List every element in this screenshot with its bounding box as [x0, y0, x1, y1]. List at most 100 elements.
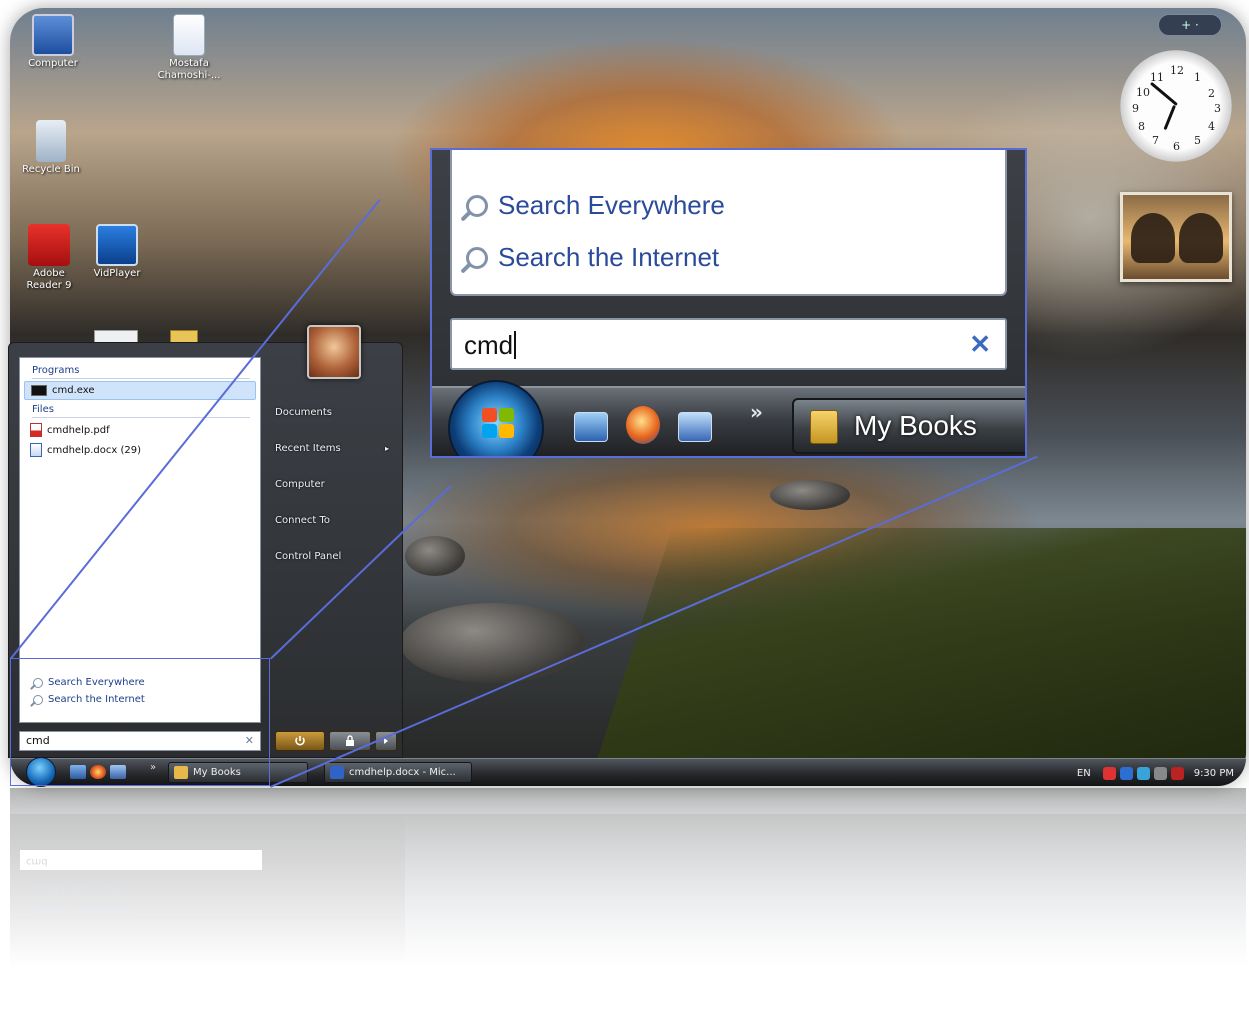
rock-background: [400, 603, 585, 683]
menu-item-connect-to[interactable]: Connect To: [271, 503, 399, 539]
mirror-reflection: cmd Search the Internet Search Everywher…: [10, 788, 1246, 1016]
power-icon: [295, 736, 305, 746]
logo-quadrant: [499, 408, 514, 422]
logo-quadrant: [482, 408, 497, 422]
adobe-reader-icon: [28, 224, 70, 266]
zoom-search-everywhere-link[interactable]: Search Everywhere: [466, 190, 725, 221]
firefox-icon[interactable]: [626, 406, 660, 444]
start-button[interactable]: [448, 380, 544, 456]
clock-number: 3: [1214, 102, 1221, 115]
desktop-icon-label: VidPlayer: [93, 268, 141, 279]
messenger-icon[interactable]: [1136, 766, 1150, 780]
taskbar-item-label: My Books: [854, 410, 977, 441]
zoom-taskbar-item-my-books[interactable]: My Books: [792, 398, 1025, 454]
zoom-search-input[interactable]: cmd ✕: [450, 318, 1007, 370]
clock-minute-hand: [1163, 104, 1176, 131]
result-cmdhelp-docx[interactable]: cmdhelp.docx (29): [24, 440, 256, 460]
rock-background: [770, 480, 850, 510]
search-value: cmd: [464, 330, 514, 360]
files-heading: Files: [32, 404, 54, 415]
menu-item-label: Connect To: [275, 515, 331, 526]
menu-item-label: Documents: [275, 407, 333, 418]
zoom-source-highlight: [10, 658, 270, 786]
power-button[interactable]: [275, 731, 325, 751]
security-icon[interactable]: [1102, 766, 1116, 780]
desktop-icon-recycle-bin[interactable]: Recycle Bin: [12, 120, 90, 176]
taskbar-item-cmdhelp-docx[interactable]: cmdhelp.docx - Mic...: [324, 762, 472, 783]
search-icon: [466, 246, 488, 269]
folder-icon: [810, 410, 838, 444]
pdf-icon: [30, 423, 42, 437]
desktop-icon-video-player[interactable]: VidPlayer: [78, 224, 156, 280]
slideshow-gadget[interactable]: [1120, 192, 1232, 282]
desktop-icon-document[interactable]: Mostafa Chamoshi-...: [150, 14, 228, 82]
word-document-icon: [30, 443, 42, 457]
zoom-taskbar: » My Books: [432, 380, 1025, 456]
recycle-bin-icon: [36, 120, 66, 162]
result-label: cmdhelp.pdf: [47, 424, 110, 436]
volume-icon[interactable]: [1153, 766, 1167, 780]
result-cmdhelp-pdf[interactable]: cmdhelp.pdf: [24, 420, 256, 440]
programs-heading: Programs: [32, 365, 80, 376]
zoom-search-links-panel: Search Everywhere Search the Internet: [450, 150, 1007, 296]
clock-number: 10: [1136, 86, 1150, 99]
computer-icon: [32, 14, 74, 56]
quick-launch-chevron-icon[interactable]: »: [750, 400, 763, 424]
link-label: Search Everywhere: [498, 190, 725, 220]
meadow-background: [587, 528, 1246, 786]
logo-quadrant: [499, 424, 514, 438]
desktop-icon-label: Computer: [28, 58, 78, 69]
word-icon: [330, 766, 344, 779]
menu-item-label: Recent Items: [275, 443, 341, 454]
windows-logo-icon: [482, 408, 514, 438]
lock-icon: [346, 735, 354, 746]
menu-item-label: Control Panel: [275, 551, 342, 562]
logo-quadrant: [482, 424, 497, 438]
gadget-toggle-button[interactable]: + ·: [1158, 14, 1222, 36]
show-desktop-icon[interactable]: [574, 412, 608, 442]
desktop-icon-label: Adobe Reader 9: [26, 268, 72, 291]
clock-number: 8: [1138, 120, 1145, 133]
system-tray: EN 9:30 PM: [1077, 764, 1234, 782]
desktop-icon-adobe-reader[interactable]: Adobe Reader 9: [10, 224, 88, 292]
divider: [32, 378, 250, 379]
link-label: Search the Internet: [498, 242, 720, 272]
result-label: cmdhelp.docx (29): [47, 444, 141, 456]
power-controls: [271, 731, 399, 751]
clock-number: 9: [1132, 102, 1139, 115]
clear-icon[interactable]: ✕: [969, 329, 991, 360]
menu-item-recent-items[interactable]: Recent Items ▸: [271, 431, 399, 467]
menu-item-computer[interactable]: Computer: [271, 467, 399, 503]
video-player-icon: [96, 224, 138, 266]
user-avatar[interactable]: [307, 325, 361, 379]
taskbar-item-label: cmdhelp.docx - Mic...: [349, 767, 456, 778]
menu-item-documents[interactable]: Documents: [271, 395, 399, 431]
tree-image: [1179, 213, 1223, 263]
power-status-icon[interactable]: [1170, 766, 1184, 780]
clock-number: 6: [1173, 140, 1180, 153]
divider: [32, 417, 250, 418]
tree-image: [1131, 213, 1175, 263]
desktop-icon-computer[interactable]: Computer: [14, 14, 92, 70]
lock-button[interactable]: [329, 731, 371, 751]
language-indicator[interactable]: EN: [1077, 768, 1091, 779]
clock-number: 5: [1194, 134, 1201, 147]
clock-time[interactable]: 9:30 PM: [1194, 768, 1234, 779]
clock-number: 4: [1208, 120, 1215, 133]
clock-number: 12: [1170, 64, 1184, 77]
clock-hour-hand: [1149, 81, 1178, 106]
chevron-right-icon: ▸: [384, 444, 389, 453]
search-icon: [466, 194, 488, 217]
rock-background: [405, 536, 465, 576]
menu-item-label: Computer: [275, 479, 325, 490]
clock-gadget[interactable]: 12 1 2 3 4 5 6 7 8 9 10 11: [1120, 50, 1232, 162]
zoom-search-internet-link[interactable]: Search the Internet: [466, 242, 719, 273]
switch-windows-icon[interactable]: [678, 412, 712, 442]
clock-number: 7: [1152, 134, 1159, 147]
zoom-callout: Search Everywhere Search the Internet cm…: [430, 148, 1027, 458]
network-icon[interactable]: [1119, 766, 1133, 780]
desktop-icon-label: Mostafa Chamoshi-...: [157, 58, 221, 81]
menu-item-control-panel[interactable]: Control Panel: [271, 539, 399, 575]
start-menu-right-pane: Documents Recent Items ▸ Computer Connec…: [271, 395, 399, 575]
reflection-fade: [10, 788, 1246, 1016]
